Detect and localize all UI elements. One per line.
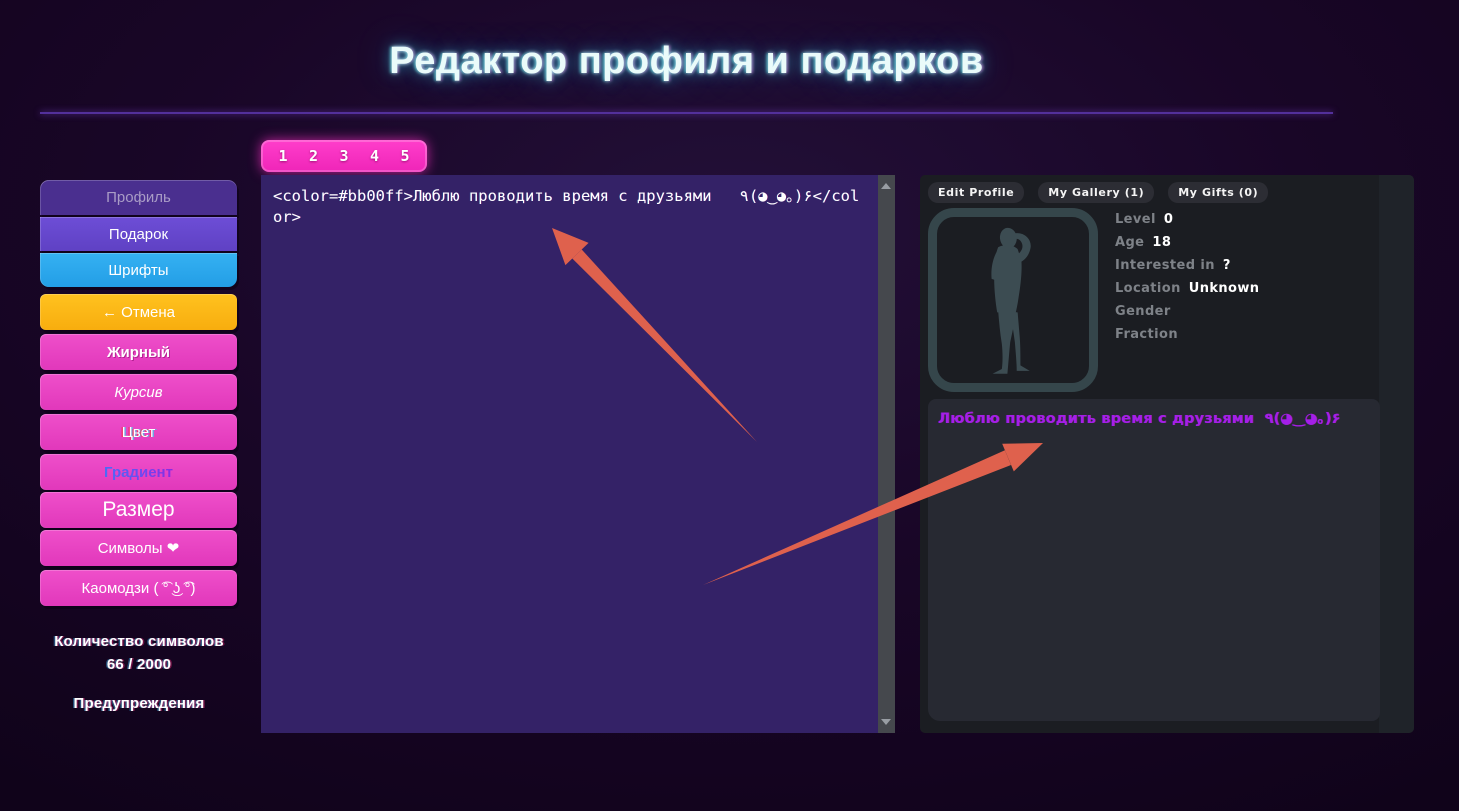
gradient-button[interactable]: Градиент	[40, 454, 237, 490]
code-page-tab-2[interactable]: 2	[305, 145, 322, 167]
panel-scroll-gutter	[1379, 175, 1414, 733]
scroll-down-icon[interactable]	[881, 719, 891, 725]
code-page-tab-3[interactable]: 3	[335, 145, 352, 167]
bold-button[interactable]: Жирный	[40, 334, 237, 370]
stat-label: Age	[1115, 235, 1145, 250]
stat-level: Level 0	[1115, 208, 1259, 231]
stat-value: 0	[1163, 212, 1174, 227]
symbols-button[interactable]: Символы ❤	[40, 530, 237, 566]
stat-location: Location Unknown	[1115, 277, 1259, 300]
stat-gender: Gender	[1115, 300, 1259, 323]
profile-preview-tabs: Edit Profile My Gallery (1) My Gifts (0)	[928, 182, 1269, 203]
stat-age: Age 18	[1115, 231, 1259, 254]
tab-my-gifts[interactable]: My Gifts (0)	[1168, 182, 1269, 203]
stat-value: ?	[1222, 258, 1231, 273]
code-page-tab-5[interactable]: 5	[396, 145, 413, 167]
code-editor[interactable]: <color=#bb00ff>Люблю проводить время с д…	[261, 175, 878, 733]
stat-value: Unknown	[1188, 281, 1260, 296]
editor-scrollbar[interactable]	[878, 175, 895, 733]
sidebar-item-fonts[interactable]: Шрифты	[40, 253, 237, 287]
stat-fraction: Fraction	[1115, 323, 1259, 346]
sidebar-item-gift[interactable]: Подарок	[40, 217, 237, 251]
page-title: Редактор профиля и подарков	[389, 40, 984, 82]
bio-preview-text: Люблю проводить время с друзьями ٩(◕‿◕｡)…	[938, 411, 1341, 427]
code-text: <color=#bb00ff>Люблю проводить время с д…	[273, 187, 860, 226]
char-count-label: Количество символов	[54, 633, 224, 650]
stat-interested-in: Interested in ?	[1115, 254, 1259, 277]
bio-preview-box: Люблю проводить время с друзьями ٩(◕‿◕｡)…	[928, 399, 1380, 721]
char-count-value: 66 / 2000	[106, 656, 172, 673]
code-page-tabs: 1 2 3 4 5	[261, 140, 427, 172]
tab-edit-profile[interactable]: Edit Profile	[928, 182, 1025, 203]
italic-button[interactable]: Курсив	[40, 374, 237, 410]
sidebar-item-profile[interactable]: Профиль	[40, 180, 237, 215]
warnings-label: Предупреждения	[73, 695, 205, 712]
profile-preview-panel: Edit Profile My Gallery (1) My Gifts (0)…	[920, 175, 1414, 733]
code-page-tab-4[interactable]: 4	[366, 145, 383, 167]
gradient-button-label: Градиент	[104, 463, 173, 481]
scroll-up-icon[interactable]	[881, 183, 891, 189]
stat-label: Fraction	[1115, 327, 1178, 342]
stat-label: Location	[1115, 281, 1181, 296]
size-button[interactable]: Размер	[40, 492, 237, 528]
undo-button[interactable]: ← Отмена	[40, 294, 237, 330]
profile-gift-editor-app: Редактор профиля и подарков Профиль Пода…	[0, 0, 1459, 811]
stat-label: Gender	[1115, 304, 1171, 319]
code-page-tab-1[interactable]: 1	[274, 145, 291, 167]
title-divider	[40, 112, 1333, 114]
stat-label: Interested in	[1115, 258, 1215, 273]
stat-value: 18	[1152, 235, 1172, 250]
profile-stats: Level 0 Age 18 Interested in ? Location …	[1115, 208, 1259, 346]
color-button[interactable]: Цвет	[40, 414, 237, 450]
kaomoji-button[interactable]: Каомодзи ( ͡° ͜ʖ ͡°)	[40, 570, 237, 606]
avatar-silhouette-icon	[991, 227, 1031, 374]
stat-label: Level	[1115, 212, 1156, 227]
avatar	[928, 208, 1098, 392]
tab-my-gallery[interactable]: My Gallery (1)	[1038, 182, 1155, 203]
